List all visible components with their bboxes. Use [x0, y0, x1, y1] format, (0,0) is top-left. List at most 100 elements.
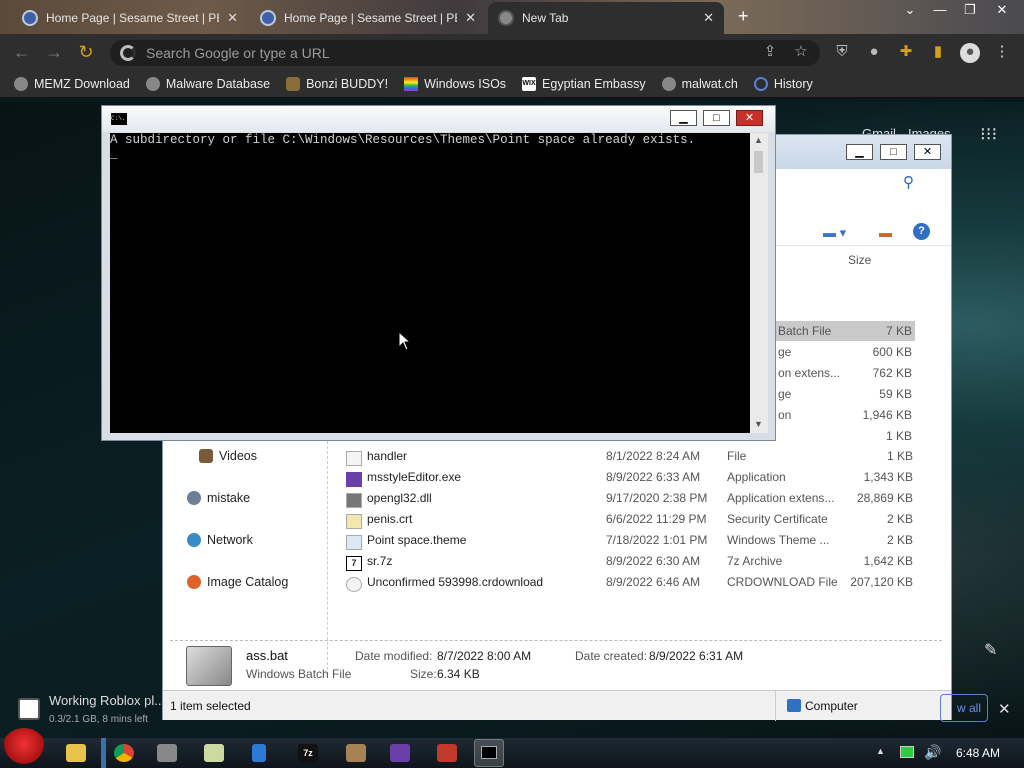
bookmark-egyptian-embassy[interactable]: WIX Egyptian Embassy — [522, 76, 646, 91]
start-button-angry-bird-icon[interactable] — [2, 728, 46, 768]
7z-archive-icon: 7 — [346, 556, 362, 571]
customize-pencil-icon[interactable]: ✎ — [984, 640, 997, 660]
apps-grid-icon[interactable]: ⁝⁝⁝ — [980, 124, 997, 145]
preview-pane-icon[interactable]: ▬ — [879, 225, 892, 240]
extensions-puzzle-icon[interactable]: ✚ — [897, 43, 915, 61]
globe-icon — [145, 76, 160, 91]
reload-icon[interactable]: ↻ — [76, 42, 96, 62]
table-row[interactable]: Point space.theme 7/18/2022 1:01 PM Wind… — [342, 533, 922, 554]
table-row[interactable]: msstyleEditor.exe 8/9/2022 6:33 AM Appli… — [342, 470, 922, 491]
battery-icon[interactable] — [900, 746, 914, 758]
close-window-icon[interactable]: ✕ — [987, 2, 1017, 18]
bookmark-history[interactable]: History — [753, 76, 813, 91]
download-notification[interactable]: Working Roblox pl... 0.3/2.1 GB, 8 mins … — [0, 684, 230, 734]
bookmark-memz[interactable]: MEMZ Download — [14, 76, 130, 91]
computer-icon — [787, 699, 801, 712]
chrome-taskbar-icon[interactable] — [114, 744, 134, 762]
homegroup-icon — [187, 491, 201, 505]
file-icon — [346, 451, 362, 466]
close-icon[interactable]: ✕ — [227, 10, 238, 26]
bookmark-windows-isos[interactable]: Windows ISOs — [404, 76, 506, 91]
videos-folder-icon — [199, 449, 213, 463]
kebab-menu-icon[interactable]: ⋮ — [993, 43, 1011, 61]
nav-item-videos[interactable]: Videos — [199, 449, 257, 463]
back-arrow-icon[interactable]: ← — [12, 42, 32, 62]
globe-icon — [14, 76, 28, 91]
restore-icon[interactable]: ❐ — [955, 2, 985, 18]
certificate-icon — [346, 514, 362, 529]
side-panel-icon[interactable]: ▮ — [929, 43, 947, 61]
table-row[interactable]: handler 8/1/2022 8:24 AM File 1 KB — [342, 449, 922, 470]
app-taskbar-icon[interactable] — [437, 744, 457, 762]
msstyle-editor-taskbar-icon[interactable] — [390, 744, 410, 762]
paint-taskbar-icon[interactable] — [157, 744, 177, 762]
cmd-console-output[interactable]: A subdirectory or file C:\Windows\Resour… — [110, 133, 750, 433]
view-options-icon[interactable]: ▬ ▾ — [823, 225, 846, 241]
tab-sesame-street-2[interactable]: Home Page | Sesame Street | PB ✕ — [250, 2, 486, 34]
chrome-favicon-icon — [498, 10, 514, 26]
show-all-downloads-button[interactable]: w all — [940, 694, 988, 722]
flag-extension-icon[interactable]: ● — [865, 43, 883, 61]
column-header-size[interactable]: Size — [848, 253, 871, 267]
bookmark-bonzi-buddy[interactable]: Bonzi BUDDY! — [286, 76, 388, 91]
minimize-button[interactable]: ▁ — [670, 110, 697, 126]
close-button[interactable]: ✕ — [736, 110, 763, 126]
table-row[interactable]: penis.crt 6/6/2022 11:29 PM Security Cer… — [342, 512, 922, 533]
address-bar[interactable]: Search Google or type a URL — [110, 40, 820, 66]
cmd-title-bar: C:\. ▁ □ ✕ — [102, 106, 775, 132]
command-prompt-window: C:\. ▁ □ ✕ A subdirectory or file C:\Win… — [101, 105, 776, 441]
close-icon[interactable]: ✕ — [465, 10, 476, 26]
close-icon[interactable]: ✕ — [703, 10, 714, 26]
details-file-name: ass.bat — [246, 648, 288, 663]
volume-icon[interactable]: 🔊 — [924, 744, 941, 761]
profile-avatar-icon[interactable]: ● — [960, 43, 980, 63]
cmd-taskbar-button[interactable] — [474, 739, 504, 767]
ublock-extension-icon[interactable]: ⛨ — [833, 43, 851, 61]
nav-item-mistake[interactable]: mistake — [187, 491, 250, 505]
bookmark-malwatch[interactable]: malwat.ch — [661, 76, 738, 91]
new-tab-button[interactable]: + — [738, 6, 749, 26]
msstyle-editor-icon — [346, 472, 362, 487]
clock[interactable]: 6:48 AM — [956, 746, 1000, 760]
details-modified-value: 8/7/2022 8:00 AM — [437, 649, 532, 663]
close-button[interactable]: ✕ — [914, 144, 941, 160]
forward-arrow-icon[interactable]: → — [44, 42, 64, 62]
bookmark-star-icon[interactable]: ☆ — [792, 43, 810, 61]
bookmarks-bar: MEMZ Download Malware Database Bonzi BUD… — [0, 70, 1024, 98]
bonzi-taskbar-icon[interactable] — [346, 744, 366, 762]
maximize-button[interactable]: □ — [703, 110, 730, 126]
status-bar: 1 item selected Computer — [163, 690, 951, 721]
cmd-scrollbar[interactable]: ▲ ▼ — [750, 133, 768, 433]
address-bar-placeholder: Search Google or type a URL — [146, 45, 330, 61]
7zip-taskbar-icon[interactable]: 7z — [298, 744, 318, 762]
nav-item-image-catalog[interactable]: Image Catalog — [187, 575, 288, 589]
table-row[interactable]: 7 sr.7z 8/9/2022 6:30 AM 7z Archive 1,64… — [342, 554, 922, 575]
minimize-button[interactable]: ▁ — [846, 144, 873, 160]
nav-item-network[interactable]: Network — [187, 533, 253, 547]
notepad-taskbar-icon[interactable] — [204, 744, 224, 762]
download-progress-text: 0.3/2.1 GB, 8 mins left — [49, 714, 148, 725]
status-divider — [775, 691, 776, 721]
app-taskbar-icon[interactable] — [252, 744, 266, 762]
status-location-text: Computer — [805, 699, 858, 713]
scroll-up-arrow-icon[interactable]: ▲ — [754, 135, 763, 145]
tab-sesame-street-1[interactable]: Home Page | Sesame Street | PB ✕ — [12, 2, 248, 34]
maximize-button[interactable]: □ — [880, 144, 907, 160]
close-download-bar-icon[interactable]: ✕ — [998, 700, 1011, 718]
minimize-icon[interactable]: — — [925, 2, 955, 18]
file-explorer-taskbar-icon[interactable] — [66, 744, 86, 762]
search-icon[interactable]: ⚲ — [903, 173, 914, 191]
tab-search-icon[interactable]: ⌄ — [895, 2, 925, 18]
tab-new-tab[interactable]: New Tab ✕ — [488, 2, 724, 34]
scroll-thumb[interactable] — [754, 151, 763, 173]
table-row[interactable]: opengl32.dll 9/17/2020 2:38 PM Applicati… — [342, 491, 922, 512]
row-type: on — [778, 408, 792, 422]
tray-arrow-icon[interactable]: ▲ — [876, 746, 885, 756]
scroll-down-arrow-icon[interactable]: ▼ — [754, 419, 763, 429]
share-icon[interactable]: ⇪ — [761, 43, 779, 61]
help-icon[interactable]: ? — [913, 223, 930, 240]
wix-icon: WIX — [522, 76, 537, 91]
bookmark-malware-database[interactable]: Malware Database — [145, 76, 270, 91]
row-type: on extens... — [778, 366, 841, 380]
table-row[interactable]: Unconfirmed 593998.crdownload 8/9/2022 6… — [342, 575, 922, 596]
